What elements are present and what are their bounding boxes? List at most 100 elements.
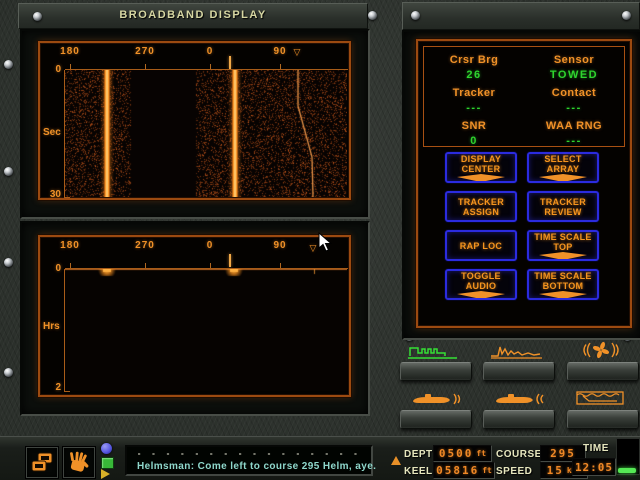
field-value: --- bbox=[424, 102, 524, 114]
bearing-label: 0 bbox=[207, 46, 214, 57]
field-label: Sensor bbox=[524, 54, 624, 66]
info-field: SNR 0 bbox=[424, 120, 524, 153]
keel-unit: ft bbox=[482, 466, 492, 475]
time-end-label: 30 bbox=[44, 189, 61, 200]
sonar-control-display: Crsr Brg 26 Sensor TOWED Tracker --- Con… bbox=[416, 39, 632, 328]
towed-array-icon bbox=[572, 388, 630, 408]
button-label: DISPLAY bbox=[461, 154, 501, 164]
sonar-button-grid: DISPLAY CENTER SELECT ARRAY TRACKER ASSI… bbox=[445, 152, 599, 300]
button-label: TRACKER bbox=[458, 197, 504, 207]
rap-loc-button[interactable]: RAP LOC bbox=[445, 230, 517, 261]
time-scale-top-button[interactable]: TIME SCALE TOP bbox=[527, 230, 599, 261]
ownship-audio-key[interactable] bbox=[400, 410, 472, 429]
time-unit-label: Sec bbox=[43, 127, 61, 138]
bearing-label: 0 bbox=[207, 240, 214, 251]
field-value: 0 bbox=[424, 135, 524, 147]
field-value: TOWED bbox=[524, 69, 624, 81]
time-value: 12:05 bbox=[575, 461, 613, 474]
info-field: Crsr Brg 26 bbox=[424, 54, 524, 87]
green-led-bar bbox=[618, 468, 636, 473]
button-label: TIME SCALE bbox=[534, 232, 592, 242]
right-top-plate bbox=[402, 2, 640, 30]
stations-button[interactable] bbox=[26, 447, 58, 478]
screw-icon bbox=[33, 12, 42, 21]
waterfall-bottom-display: 180 270 0 90 ▽ 0 Hrs 2 bbox=[38, 235, 351, 397]
broadband-sonar-station: BROADBAND DISPLAY 180 270 0 90 ▽ 0 Sec 3… bbox=[0, 0, 640, 480]
title-plate: BROADBAND DISPLAY bbox=[18, 3, 368, 29]
message-text: Helmsman: Come left to course 295 Helm, … bbox=[137, 461, 361, 472]
button-label: AUDIO bbox=[466, 281, 497, 291]
screw-icon bbox=[368, 11, 377, 20]
mouse-cursor bbox=[318, 232, 332, 252]
chevron-icon bbox=[539, 252, 587, 259]
info-field: Sensor TOWED bbox=[524, 54, 624, 87]
keel-value: 05816 bbox=[436, 464, 479, 477]
toggle-audio-button[interactable]: TOGGLE AUDIO bbox=[445, 269, 517, 300]
time-end-label: 2 bbox=[44, 382, 61, 393]
field-value: --- bbox=[524, 135, 624, 147]
field-value: 26 bbox=[424, 69, 524, 81]
tracker-review-button[interactable]: TRACKER REVIEW bbox=[527, 191, 599, 222]
time-scale-bottom-button[interactable]: TIME SCALE BOTTOM bbox=[527, 269, 599, 300]
screw-icon bbox=[4, 258, 13, 267]
time-start-label: 0 bbox=[48, 263, 61, 274]
chevron-icon bbox=[457, 291, 505, 298]
hand-icon bbox=[66, 451, 92, 475]
array-heading-marker-icon: ▽ bbox=[294, 48, 301, 58]
depth-readout: 0500ft bbox=[433, 445, 492, 462]
button-label: TIME SCALE bbox=[534, 271, 592, 281]
broadband-waterfall-top[interactable] bbox=[65, 70, 347, 197]
time-axis-foot bbox=[64, 391, 70, 392]
keel-label: KEEL bbox=[404, 466, 433, 477]
ownship-noise-icon bbox=[405, 388, 463, 408]
chevron-icon bbox=[539, 174, 587, 181]
screw-icon bbox=[622, 11, 631, 20]
propeller-audio-key[interactable] bbox=[567, 362, 639, 381]
time-start-label: 0 bbox=[48, 64, 61, 75]
broadband-waterfall-bottom[interactable] bbox=[65, 269, 347, 391]
bearing-label: 90 bbox=[273, 240, 286, 251]
screw-icon bbox=[4, 60, 13, 69]
bearing-label: 90 bbox=[273, 46, 286, 57]
course-label: COURSE bbox=[496, 449, 542, 460]
message-log[interactable]: - - - - - - - - - - - - - - - - Helmsman… bbox=[125, 445, 373, 476]
field-label: Tracker bbox=[424, 87, 524, 99]
towed-array-key[interactable] bbox=[567, 410, 639, 429]
ownship-echo-key[interactable] bbox=[483, 410, 555, 429]
button-label: TOP bbox=[553, 242, 572, 252]
button-label: CENTER bbox=[462, 164, 501, 174]
display-center-button[interactable]: DISPLAY CENTER bbox=[445, 152, 517, 183]
bearing-label: 180 bbox=[60, 46, 80, 57]
select-array-button[interactable]: SELECT ARRAY bbox=[527, 152, 599, 183]
page-title: BROADBAND DISPLAY bbox=[19, 4, 367, 26]
button-label: TOGGLE bbox=[461, 271, 501, 281]
contact-info-panel: Crsr Brg 26 Sensor TOWED Tracker --- Con… bbox=[423, 46, 625, 147]
info-field: WAA RNG --- bbox=[524, 120, 624, 153]
bearing-label: 270 bbox=[135, 240, 155, 251]
button-label: ARRAY bbox=[547, 164, 580, 174]
button-label: TRACKER bbox=[540, 197, 586, 207]
depth-value: 0500 bbox=[439, 447, 474, 460]
bearing-label: 180 bbox=[60, 240, 80, 251]
message-history-line: - - - - - - - - - - - - - - - - bbox=[137, 450, 361, 458]
screw-icon bbox=[4, 167, 13, 176]
alert-triangle-icon[interactable] bbox=[391, 456, 401, 465]
time-readout: 12:05 bbox=[572, 458, 616, 476]
info-field: Tracker --- bbox=[424, 87, 524, 120]
tracker-assign-button[interactable]: TRACKER ASSIGN bbox=[445, 191, 517, 222]
time-label: TIME bbox=[583, 443, 609, 454]
narrowband-audio-key[interactable] bbox=[483, 362, 555, 381]
field-label: SNR bbox=[424, 120, 524, 132]
field-label: Crsr Brg bbox=[424, 54, 524, 66]
button-label: BOTTOM bbox=[543, 281, 584, 291]
time-unit-label: Hrs bbox=[43, 321, 60, 332]
button-label: SELECT bbox=[544, 154, 581, 164]
orders-button[interactable] bbox=[63, 447, 95, 478]
broadband-audio-key[interactable] bbox=[400, 362, 472, 381]
speed-value: 15 bbox=[547, 464, 564, 477]
depth-unit: ft bbox=[476, 449, 486, 458]
button-label: RAP LOC bbox=[460, 241, 502, 251]
ownship-echo-icon bbox=[488, 388, 546, 408]
array-heading-marker-icon: ▽ bbox=[310, 244, 317, 254]
windows-icon bbox=[29, 451, 55, 475]
